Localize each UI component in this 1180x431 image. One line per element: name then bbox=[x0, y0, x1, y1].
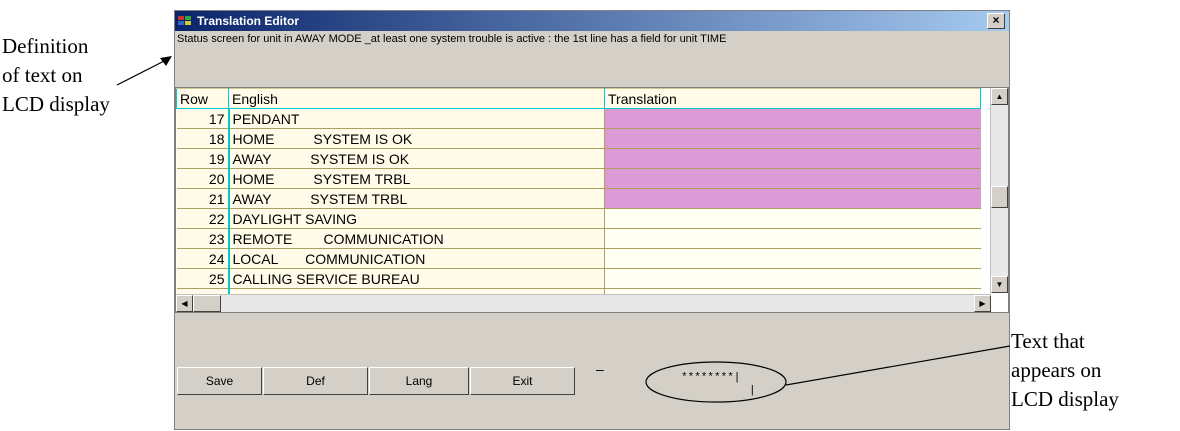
left-arrow-line bbox=[116, 57, 171, 86]
arrow-head-icon bbox=[160, 56, 172, 66]
right-arrow-line bbox=[785, 345, 1011, 386]
lcd-ellipse bbox=[645, 361, 787, 403]
annotation-overlay bbox=[116, 56, 1011, 403]
